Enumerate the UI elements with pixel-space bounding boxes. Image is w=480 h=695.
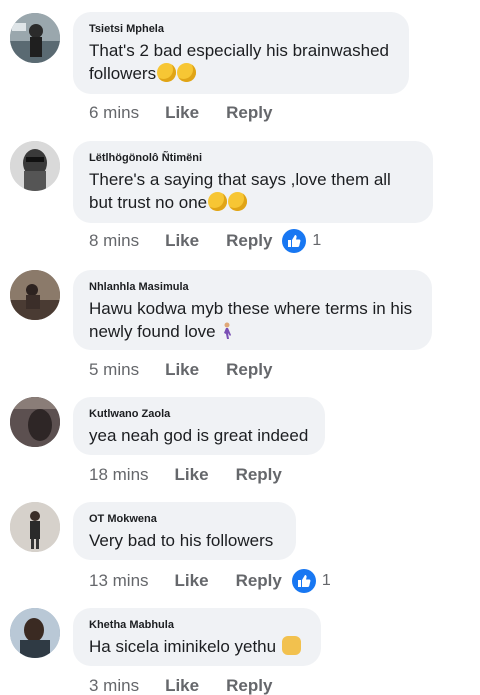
comment-bubble: OT Mokwena Very bad to his followers [73, 502, 296, 560]
reply-button[interactable]: Reply [226, 360, 272, 380]
comment-text: There's a saying that says ,love them al… [89, 170, 391, 212]
comment-actions: 18 mins Like Reply [89, 465, 282, 485]
comment-time[interactable]: 6 mins [89, 103, 139, 123]
comment-text: Ha sicela iminikelo yethu [89, 635, 305, 658]
comment-author[interactable]: Kutlwano Zaola [89, 407, 309, 421]
reaction-summary[interactable]: 1 [291, 569, 331, 593]
avatar[interactable] [10, 13, 60, 63]
comment-text: Hawu kodwa myb these where terms in his … [89, 299, 413, 341]
comment-actions: 13 mins Like Reply 1 [89, 569, 331, 593]
comment-bubble: Tsietsi Mphela That's 2 bad especially h… [73, 12, 409, 94]
avatar[interactable] [10, 608, 60, 658]
comment-actions: 3 mins Like Reply [89, 676, 272, 695]
reply-button[interactable]: Reply [236, 465, 282, 485]
comment-time[interactable]: 3 mins [89, 676, 139, 695]
comment-time[interactable]: 18 mins [89, 465, 149, 485]
avatar[interactable] [10, 141, 60, 191]
like-button[interactable]: Like [165, 360, 199, 380]
reply-button[interactable]: Reply [236, 571, 282, 591]
open-hands-emoji-icon [281, 636, 301, 655]
comment-author[interactable]: Tsietsi Mphela [89, 22, 393, 36]
rofl-emoji-icon [208, 192, 228, 211]
comment-author[interactable]: Nhlanhla Masimula [89, 280, 416, 294]
person-walking-emoji-icon [221, 322, 233, 341]
comment-text: yea neah god is great indeed [89, 426, 309, 445]
avatar[interactable] [10, 270, 60, 320]
comment-text: That's 2 bad especially his brainwashed … [89, 41, 389, 83]
reply-button[interactable]: Reply [226, 231, 272, 251]
like-button[interactable]: Like [175, 465, 209, 485]
reply-button[interactable]: Reply [226, 103, 272, 123]
thumbs-up-icon [291, 569, 316, 593]
avatar[interactable] [10, 502, 60, 552]
comment-actions: 6 mins Like Reply [89, 103, 272, 123]
rofl-emoji-icon [228, 192, 248, 211]
comment-time[interactable]: 13 mins [89, 571, 149, 591]
comment-bubble: Khetha Mabhula Ha sicela iminikelo yethu [73, 608, 321, 666]
thumbs-up-icon [282, 229, 307, 253]
like-button[interactable]: Like [165, 103, 199, 123]
comment-author[interactable]: Khetha Mabhula [89, 618, 305, 632]
comment-bubble: Kutlwano Zaola yea neah god is great ind… [73, 397, 325, 455]
reaction-count: 1 [321, 572, 331, 589]
comment-actions: 8 mins Like Reply 1 [89, 229, 321, 253]
comment-bubble: Lëtlhögönolô Ñtimëni There's a saying th… [73, 141, 433, 223]
thinking-emoji-icon [157, 63, 177, 82]
comment-actions: 5 mins Like Reply [89, 360, 272, 380]
avatar[interactable] [10, 397, 60, 447]
comment-author[interactable]: OT Mokwena [89, 512, 280, 526]
like-button[interactable]: Like [165, 676, 199, 695]
thinking-emoji-icon [177, 63, 197, 82]
comment-bubble: Nhlanhla Masimula Hawu kodwa myb these w… [73, 270, 432, 350]
reaction-count: 1 [312, 232, 322, 249]
comment-time[interactable]: 8 mins [89, 231, 139, 251]
reaction-summary[interactable]: 1 [282, 229, 321, 253]
comment-text: Very bad to his followers [89, 531, 274, 550]
comment-time[interactable]: 5 mins [89, 360, 139, 380]
like-button[interactable]: Like [175, 571, 209, 591]
comment-author[interactable]: Lëtlhögönolô Ñtimëni [89, 151, 417, 165]
like-button[interactable]: Like [165, 231, 199, 251]
reply-button[interactable]: Reply [226, 676, 272, 695]
